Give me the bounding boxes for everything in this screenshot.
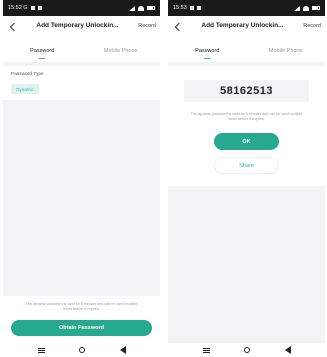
app-header: Add Temporary Unlockin... Record [168, 16, 325, 38]
tab-password[interactable]: Password [168, 40, 247, 62]
notification-icon [30, 6, 35, 10]
dynamic-password-note: The dynamic password is valid for 5 minu… [190, 112, 303, 121]
signal-icon [129, 5, 135, 11]
wifi-icon [303, 5, 309, 11]
signal-icon [294, 5, 300, 11]
content-background [168, 186, 325, 343]
nav-back-icon[interactable] [119, 346, 126, 354]
content-background [3, 100, 160, 296]
password-type-label: Password Type [11, 72, 44, 77]
back-chevron-icon[interactable] [174, 22, 182, 32]
battery-icon [312, 6, 320, 10]
nav-back-icon[interactable] [284, 346, 291, 354]
back-chevron-icon[interactable] [9, 22, 17, 32]
dynamic-password-note: The dynamic password is valid for 5 minu… [25, 302, 138, 311]
menu-icon[interactable] [202, 347, 210, 353]
menu-icon[interactable] [37, 347, 45, 353]
app-header: Add Temporary Unlockin... Record [3, 16, 160, 38]
notification-icon [37, 6, 42, 10]
page-title: Add Temporary Unlockin... [201, 22, 284, 29]
status-bar: 15:53 [168, 0, 325, 16]
divider [168, 62, 325, 66]
status-bar: 15:52 G [3, 0, 160, 16]
home-icon[interactable] [244, 347, 250, 353]
share-button[interactable]: Share [214, 157, 279, 174]
tab-bar: Password Mobile Phone [3, 40, 160, 62]
left-screen: 15:52 G Add Temporary Unlockin... Record… [3, 0, 160, 357]
tab-bar: Password Mobile Phone [168, 40, 325, 62]
tab-mobile-phone[interactable]: Mobile Phone [247, 40, 326, 62]
right-screen: 15:53 Add Temporary Unlockin... Record P… [168, 0, 325, 357]
page-title: Add Temporary Unlockin... [36, 22, 119, 29]
status-time: 15:53 [173, 5, 187, 11]
obtain-password-button[interactable]: Obtain Password [11, 320, 152, 336]
system-nav-bar [168, 343, 325, 357]
record-link[interactable]: Record [138, 23, 156, 29]
home-icon[interactable] [79, 347, 85, 353]
tab-mobile-phone[interactable]: Mobile Phone [82, 40, 161, 62]
wifi-icon [138, 5, 144, 11]
ok-button[interactable]: OK [214, 133, 279, 150]
generated-password: 58162513 [184, 80, 309, 102]
notification-icon [196, 6, 201, 10]
notification-icon [189, 6, 194, 10]
record-link[interactable]: Record [303, 23, 321, 29]
tab-password[interactable]: Password [3, 40, 82, 62]
status-time: 15:52 G [8, 5, 28, 11]
system-nav-bar [3, 343, 160, 357]
password-type-dynamic-chip[interactable]: Dynamic [11, 84, 39, 94]
divider [3, 62, 160, 66]
battery-icon [147, 6, 155, 10]
